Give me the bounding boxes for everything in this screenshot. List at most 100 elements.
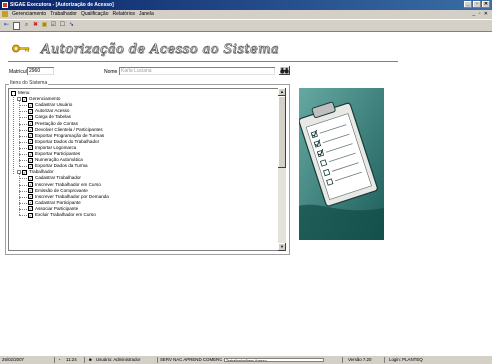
tree-node[interactable]: ✓ Devolver Clientela / Participantes	[28, 127, 103, 133]
scroll-thumb[interactable]	[278, 96, 286, 168]
find-icon[interactable]: ⌕	[23, 22, 30, 29]
tree-checkbox[interactable]: ✓	[28, 157, 33, 163]
tree-node-label: Devolver Clientela / Participantes	[35, 126, 103, 132]
nome-field[interactable]: Karla Luciana	[119, 67, 275, 75]
print-icon[interactable]: ▣	[41, 22, 48, 29]
close-button[interactable]: ✕	[482, 1, 490, 8]
tree-connector	[19, 117, 27, 119]
tree-checkbox[interactable]: ✓	[28, 121, 33, 126]
tree-connector	[19, 208, 27, 210]
tree-node-label: Associar Participante	[35, 205, 79, 211]
tree-checkbox[interactable]: ✓	[28, 127, 33, 133]
tree-connector	[19, 105, 27, 107]
tree-checkbox[interactable]: ✓	[28, 175, 33, 181]
tree-node[interactable]: ✓ Exportar Programação de Turmas	[28, 133, 104, 139]
tree-node[interactable]: ✓ Numeração Automática	[28, 157, 83, 163]
search-binoculars-button[interactable]	[279, 66, 290, 75]
tree-node-label: Exportar Dados da Turma	[35, 163, 88, 169]
document-icon[interactable]	[2, 11, 8, 17]
help-icon[interactable]: ➘	[68, 22, 75, 29]
tree-connector	[19, 141, 27, 143]
menu-janela[interactable]: Janela	[137, 10, 156, 19]
tree-node[interactable]: ✓ Excluir Trabalhador em Curso	[28, 212, 96, 218]
tree-node[interactable]: ✓ Inscrever Trabalhador em Curso	[28, 182, 101, 188]
tree-checkbox[interactable]: ✓	[28, 194, 33, 200]
menu-trabalhador[interactable]: Trabalhador	[48, 10, 79, 19]
tree-node-label: Menu	[18, 90, 30, 95]
tree-node[interactable]: ✓ Importar Logomarca	[28, 145, 76, 151]
tree-node[interactable]: ✓ Emissão de Comprovante	[28, 188, 88, 194]
tree-checkbox[interactable]: ✓	[28, 151, 33, 157]
tree-node[interactable]: ✓ Associar Participante	[28, 206, 78, 212]
tree-node-label: Autorizar Acesso	[35, 108, 70, 114]
tree-node[interactable]: - ✓ Gerenciamento	[17, 96, 60, 102]
menu-relatorios[interactable]: Relatórios	[110, 10, 137, 19]
tree-connector	[19, 178, 27, 180]
tree-node[interactable]: ✓ Inscrever Trabalhador por Demanda	[28, 194, 109, 200]
tree-checkbox[interactable]: ✓	[28, 206, 33, 212]
mdi-window-controls[interactable]: _ ▫ ✕	[472, 11, 489, 17]
tree-checkbox[interactable]: ✓	[22, 169, 27, 175]
scroll-down-arrow-icon[interactable]: ▼	[278, 243, 286, 251]
tree-node-label: Exportar Programação de Turmas	[35, 132, 105, 138]
tree-checkbox[interactable]: ✓	[28, 139, 33, 145]
tree-connector	[19, 166, 27, 168]
tree-checkbox[interactable]: ✓	[28, 145, 33, 151]
tree-checkbox[interactable]: ✓	[28, 182, 33, 187]
tree-node[interactable]: ✓ Cadastrar Participante	[28, 200, 81, 206]
tree-checkbox[interactable]: ✓	[28, 102, 33, 108]
tree-checkbox[interactable]: ✓	[22, 96, 27, 102]
confirm-icon[interactable]: ☑	[50, 22, 57, 29]
status-unit: SERV NAC APREND COMERCIAL SENA	[160, 357, 222, 362]
menu-qualificacao[interactable]: Qualificação	[79, 10, 111, 19]
tree-connector	[19, 154, 27, 155]
tree-checkbox[interactable]: ✓	[28, 163, 33, 169]
tree-node[interactable]: ✓ Autorizar Acesso	[28, 108, 69, 114]
minimize-button[interactable]: _	[464, 1, 472, 8]
tree-connector	[19, 215, 27, 216]
exit-door-icon[interactable]: ⇤	[3, 22, 10, 29]
scroll-up-arrow-icon[interactable]: ▲	[278, 88, 286, 96]
user-icon: ☻	[88, 357, 93, 362]
tree-node[interactable]: ✓ Exportar Dados do Trabalhador	[28, 139, 99, 145]
tree-node[interactable]: ✓ Cadastrar Trabalhador	[28, 175, 81, 181]
page-title: Autorização de Acesso ao Sistema	[41, 42, 279, 58]
tree-checkbox[interactable]: ✓	[28, 114, 33, 120]
tree-connector	[19, 147, 27, 149]
cancel-icon[interactable]: ☐	[59, 22, 66, 29]
tree-connector	[19, 196, 27, 198]
tree-checkbox[interactable]: ✓	[28, 212, 33, 218]
tree-node[interactable]: ✓ Exportar Dados da Turma	[28, 163, 88, 169]
tree-checkbox[interactable]: ✓	[28, 200, 33, 206]
app-icon	[2, 2, 8, 8]
tree-connector	[19, 160, 27, 162]
binoculars-icon	[280, 67, 289, 74]
menu-gerenciamento[interactable]: Gerenciamento	[10, 10, 48, 19]
tree-checkbox[interactable]: ✓	[28, 133, 33, 139]
new-document-icon[interactable]	[13, 22, 20, 30]
tree-node[interactable]: ✓ Carga de Tabelas	[28, 114, 71, 120]
tree-checkbox[interactable]: ✓	[28, 188, 33, 194]
tree-connector	[19, 111, 27, 113]
tree-node[interactable]: ✓ Prestação de Contas	[28, 121, 78, 127]
clock-icon: ◔	[58, 357, 61, 362]
system-items-tree[interactable]: Menu - ✓ Gerenciamento ✓ Cadastrar Usuário ✓ Au…	[8, 88, 286, 251]
tree-node-label: Cadastrar Participante	[35, 199, 81, 205]
tree-connector	[19, 129, 27, 131]
tree-connector	[19, 202, 27, 204]
delete-icon[interactable]: ✖	[32, 22, 39, 29]
window-title-bar[interactable]: SIGAE Executora - [Autorização de Acesso…	[0, 0, 492, 10]
tree-vertical-scrollbar[interactable]: ▲ ▼	[278, 88, 286, 251]
window-title: SIGAE Executora - [Autorização de Acesso…	[10, 2, 114, 8]
tree-node[interactable]: - ✓ Trabalhador	[17, 169, 54, 175]
status-time: 11:24	[66, 357, 77, 362]
tree-connector	[19, 174, 20, 215]
tree-checkbox[interactable]: ✓	[28, 108, 33, 114]
tree-node[interactable]: ✓ Exportar Participantes	[28, 151, 80, 157]
tree-node[interactable]: ✓ Cadastrar Usuário	[28, 102, 72, 108]
key-icon	[12, 44, 30, 53]
maximize-button[interactable]: ▫	[473, 1, 481, 8]
tree-node-label: Carga de Tabelas	[35, 114, 71, 120]
matricula-field[interactable]: 2960	[27, 67, 54, 75]
tree-node-label: Importar Logomarca	[35, 144, 77, 150]
